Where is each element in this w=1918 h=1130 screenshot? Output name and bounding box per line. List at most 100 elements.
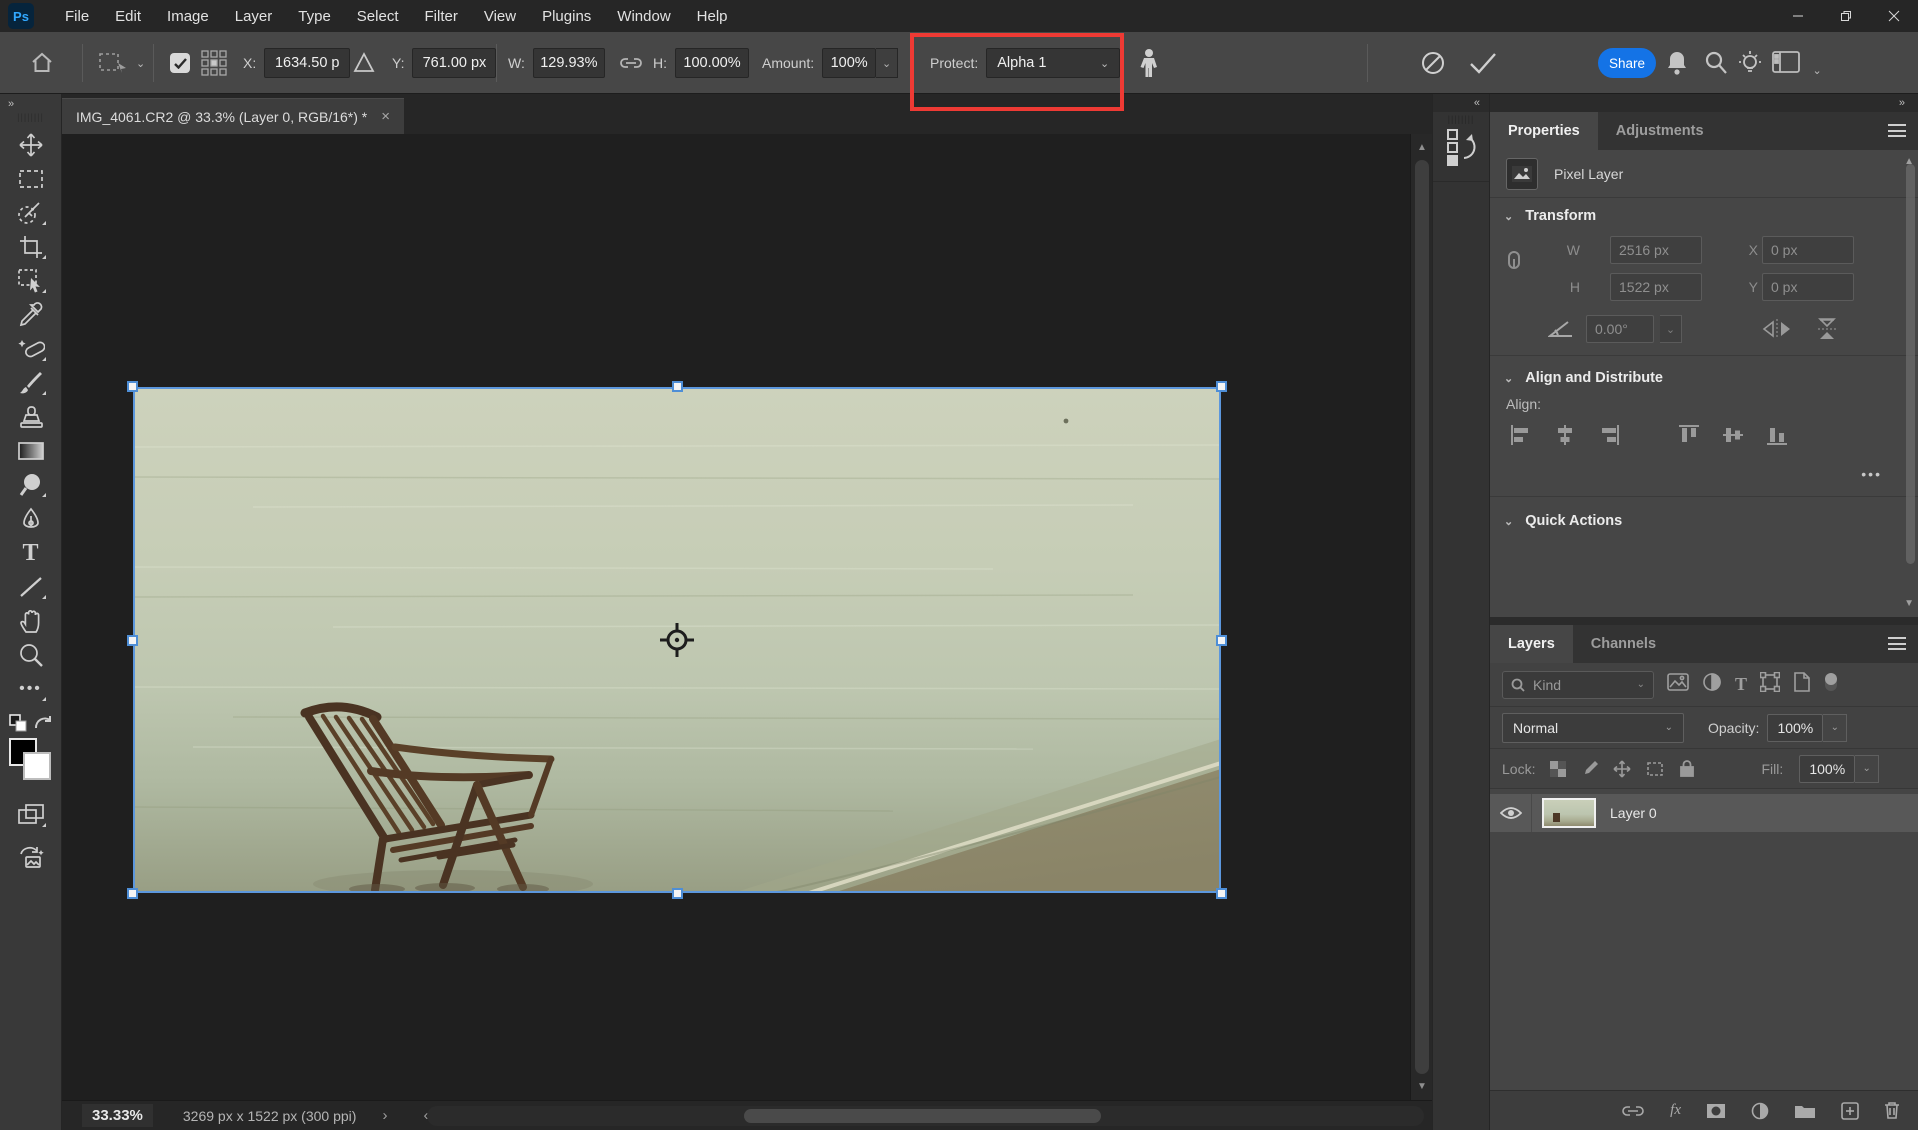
protect-skin-tones-icon[interactable]	[1138, 32, 1160, 94]
reference-point-checkbox[interactable]	[170, 32, 190, 94]
scroll-up-icon[interactable]: ▲	[1411, 142, 1433, 153]
brush-tool-icon[interactable]	[11, 366, 51, 400]
panel-menu-icon[interactable]	[1888, 124, 1906, 137]
history-panel-button[interactable]: ||||||||	[1433, 112, 1489, 182]
reference-point-crosshair[interactable]	[659, 622, 695, 658]
toolbar-collapse-icon[interactable]: »	[8, 98, 15, 110]
lock-transparency-icon[interactable]	[1549, 760, 1567, 778]
new-group-folder-icon[interactable]	[1794, 1102, 1816, 1119]
menu-view[interactable]: View	[471, 2, 529, 31]
gradient-tool-icon[interactable]	[11, 434, 51, 468]
menu-file[interactable]: File	[52, 2, 102, 31]
horizontal-scrollbar[interactable]	[427, 1106, 1424, 1126]
flip-vertical-icon[interactable]	[1814, 316, 1840, 342]
transform-handle-top-left[interactable]	[127, 381, 138, 392]
clone-stamp-tool-icon[interactable]	[11, 400, 51, 434]
relative-position-icon[interactable]	[352, 32, 376, 94]
tab-adjustments[interactable]: Adjustments	[1598, 112, 1722, 150]
line-tool-icon[interactable]	[11, 570, 51, 604]
crop-tool-icon[interactable]	[11, 230, 51, 264]
opacity-field[interactable]: 100%	[1767, 714, 1823, 742]
menu-layer[interactable]: Layer	[222, 2, 286, 31]
layer-mask-icon[interactable]	[1706, 1103, 1726, 1119]
amount-dropdown-arrow[interactable]: ⌄	[876, 48, 898, 78]
notifications-bell-icon[interactable]	[1666, 50, 1688, 81]
panel-menu-icon[interactable]	[1888, 637, 1906, 650]
panel-scroll-down-icon[interactable]: ▼	[1904, 598, 1914, 609]
zoom-level-field[interactable]: 33.33%	[82, 1104, 153, 1127]
align-vertical-centers-icon[interactable]	[1722, 424, 1744, 446]
blend-mode-select[interactable]: Normal ⌄	[1502, 713, 1684, 743]
hand-tool-icon[interactable]	[11, 604, 51, 638]
tab-layers[interactable]: Layers	[1490, 625, 1573, 663]
amount-input[interactable]: 100%	[822, 48, 876, 78]
menu-plugins[interactable]: Plugins	[529, 2, 604, 31]
swap-colors-icon[interactable]	[33, 714, 53, 732]
transform-handle-bottom-right[interactable]	[1216, 888, 1227, 899]
new-layer-icon[interactable]	[1841, 1102, 1859, 1120]
delete-layer-trash-icon[interactable]	[1884, 1101, 1900, 1120]
layer-effects-icon[interactable]: fx	[1670, 1102, 1681, 1119]
y-position-input[interactable]: 761.00 px	[412, 48, 496, 78]
lock-pixels-icon[interactable]	[1581, 760, 1599, 778]
filter-toggle-icon[interactable]	[1824, 670, 1838, 699]
menu-window[interactable]: Window	[604, 2, 683, 31]
scroll-down-icon[interactable]: ▼	[1411, 1081, 1433, 1092]
filter-kind-select[interactable]: Kind ⌄	[1502, 671, 1654, 699]
layer-row-layer0[interactable]: Layer 0	[1490, 794, 1918, 832]
layer-visibility-toggle[interactable]	[1490, 794, 1532, 832]
spot-healing-brush-tool-icon[interactable]	[11, 332, 51, 366]
tool-preset-icon[interactable]: ⌄	[98, 32, 145, 94]
selection-brush-tool-icon[interactable]	[11, 196, 51, 230]
height-input[interactable]: 100.00%	[675, 48, 749, 78]
move-tool-icon[interactable]	[11, 128, 51, 162]
expand-panels-icon[interactable]: «	[1433, 94, 1489, 112]
menu-image[interactable]: Image	[154, 2, 222, 31]
close-tab-icon[interactable]: ×	[381, 108, 390, 125]
document-tab[interactable]: IMG_4061.CR2 @ 33.3% (Layer 0, RGB/16*) …	[62, 98, 404, 134]
flip-horizontal-icon[interactable]	[1760, 317, 1794, 341]
align-horizontal-centers-icon[interactable]	[1554, 424, 1576, 446]
share-button[interactable]: Share	[1598, 48, 1656, 78]
link-dimensions-icon[interactable]	[618, 32, 644, 94]
menu-select[interactable]: Select	[344, 2, 412, 31]
filter-adjustment-layers-icon[interactable]	[1702, 672, 1722, 697]
commit-transform-icon[interactable]	[1468, 32, 1498, 94]
search-icon[interactable]	[1704, 50, 1728, 81]
quick-actions-header[interactable]: ⌄ Quick Actions	[1490, 501, 1918, 545]
more-tools-icon[interactable]: •••	[11, 672, 51, 706]
transform-handle-bottom-center[interactable]	[672, 888, 683, 899]
vertical-scrollbar[interactable]: ▲ ▼	[1410, 134, 1432, 1100]
lock-all-icon[interactable]	[1679, 759, 1695, 778]
reference-point-grid-icon[interactable]	[200, 32, 228, 94]
transform-section-header[interactable]: ⌄ Transform	[1490, 198, 1918, 230]
canvas-viewport[interactable]: ▲ ▼	[62, 134, 1432, 1100]
transform-handle-bottom-left[interactable]	[127, 888, 138, 899]
protect-select[interactable]: Alpha 1 ⌄	[986, 48, 1120, 78]
default-colors-icon[interactable]	[9, 714, 27, 732]
restore-icon[interactable]	[1822, 0, 1870, 32]
dodge-tool-icon[interactable]	[11, 468, 51, 502]
align-left-edges-icon[interactable]	[1510, 424, 1532, 446]
menu-edit[interactable]: Edit	[102, 2, 154, 31]
object-selection-tool-icon[interactable]	[11, 264, 51, 298]
collapse-panels-icon[interactable]: »	[1490, 94, 1918, 112]
align-section-header[interactable]: ⌄ Align and Distribute	[1490, 360, 1918, 392]
filter-pixel-layers-icon[interactable]	[1667, 673, 1689, 696]
align-right-edges-icon[interactable]	[1598, 424, 1620, 446]
x-position-input[interactable]: 1634.50 p	[264, 48, 350, 78]
filter-type-layers-icon[interactable]: T	[1735, 674, 1747, 695]
horizontal-scrollbar-thumb[interactable]	[744, 1109, 1101, 1123]
fill-field[interactable]: 100%	[1799, 755, 1855, 783]
discover-lightbulb-icon[interactable]	[1738, 50, 1762, 83]
link-layers-icon[interactable]	[1621, 1104, 1645, 1118]
menu-filter[interactable]: Filter	[412, 2, 471, 31]
layer-thumbnail[interactable]	[1542, 798, 1596, 828]
type-tool-icon[interactable]: T	[11, 536, 51, 570]
home-icon[interactable]	[30, 32, 54, 94]
align-top-edges-icon[interactable]	[1678, 424, 1700, 446]
pen-tool-icon[interactable]	[11, 502, 51, 536]
background-color-swatch[interactable]	[23, 752, 51, 780]
toolbar-grip[interactable]: ||||||||	[17, 112, 44, 122]
zoom-tool-icon[interactable]	[11, 638, 51, 672]
